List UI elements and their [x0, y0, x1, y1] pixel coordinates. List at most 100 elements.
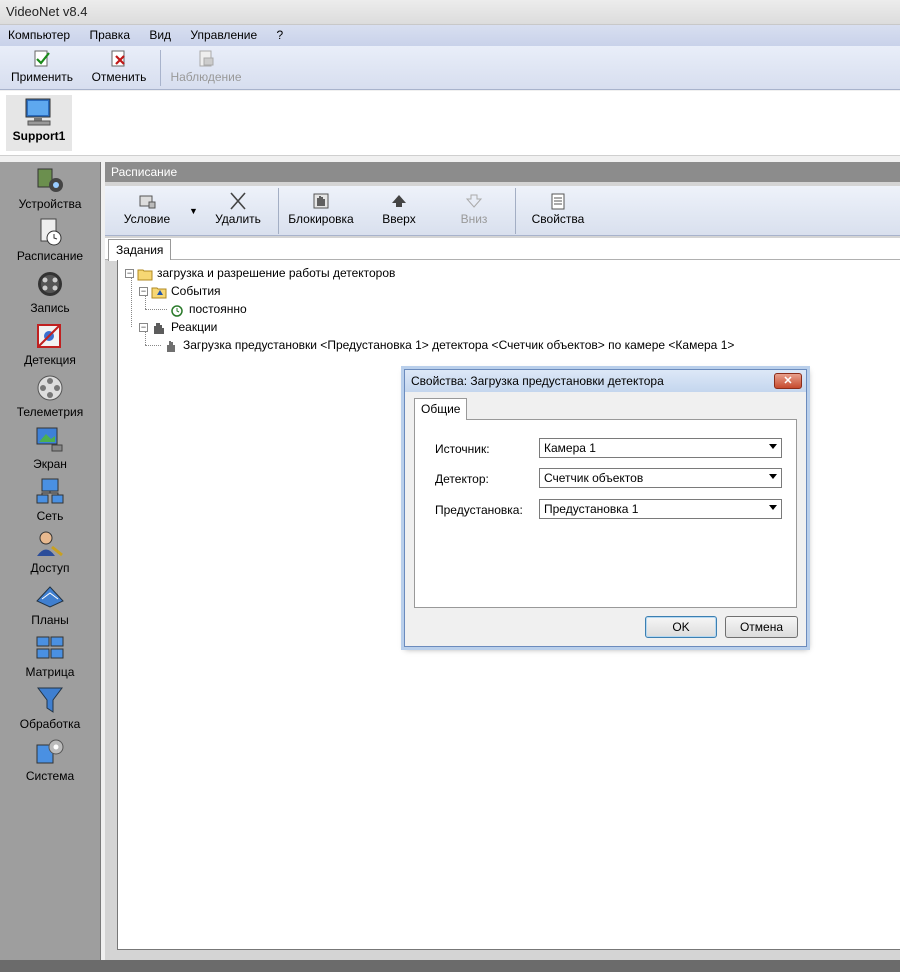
nav-schedule-label: Расписание	[16, 249, 84, 263]
close-icon: ✕	[783, 375, 793, 387]
dialog-title-bar: Свойства: Загрузка предустановки детекто…	[405, 370, 806, 392]
detection-icon	[37, 324, 61, 348]
schedule-toolbar: Условие ▼ Удалить Блокировка Вверх Вниз …	[105, 186, 900, 236]
tree-event-item-label: постоянно	[189, 302, 247, 316]
nav-matrix[interactable]: Матрица	[0, 632, 100, 684]
toolbar-separator	[515, 188, 516, 234]
ok-button[interactable]: OK	[645, 616, 717, 638]
menu-edit[interactable]: Правка	[81, 25, 138, 45]
dialog-general-pane: Источник: Камера 1 Детектор: Счетчик объ…	[414, 419, 797, 608]
arrow-up-icon	[392, 195, 406, 207]
access-icon	[37, 531, 63, 557]
left-nav-panel: Устройства Расписание Запись Детекция Те…	[0, 162, 101, 960]
nav-system[interactable]: Система	[0, 736, 100, 788]
preset-select[interactable]: Предустановка 1	[539, 499, 782, 519]
tree-node-root[interactable]: − загрузка и разрешение работы детекторов	[125, 266, 395, 281]
menu-manage[interactable]: Управление	[182, 25, 265, 45]
cancel-icon	[111, 50, 125, 67]
tree-node-event-item[interactable]: постоянно	[169, 302, 247, 317]
properties-button[interactable]: Свойства	[527, 190, 589, 232]
properties-icon	[551, 193, 565, 210]
nav-telemetry-label: Телеметрия	[16, 405, 84, 419]
dialog-title: Свойства: Загрузка предустановки детекто…	[411, 374, 664, 388]
down-label: Вниз	[460, 212, 488, 226]
properties-dialog: Свойства: Загрузка предустановки детекто…	[404, 369, 807, 647]
nav-screen[interactable]: Экран	[0, 424, 100, 476]
tree-root-label: загрузка и разрешение работы детекторов	[157, 266, 396, 280]
plans-icon	[36, 586, 64, 608]
menu-view[interactable]: Вид	[141, 25, 179, 45]
cancel-toolbar-button[interactable]: Отменить	[88, 48, 150, 88]
dialog-close-button[interactable]: ✕	[774, 373, 802, 389]
apply-button[interactable]: Применить	[8, 48, 76, 88]
watch-label: Наблюдение	[170, 70, 242, 84]
nav-processing[interactable]: Обработка	[0, 684, 100, 736]
apply-label: Применить	[10, 70, 73, 84]
tree-node-reaction-item[interactable]: Загрузка предустановки <Предустановка 1>…	[163, 338, 734, 353]
content-header-title: Расписание	[111, 165, 178, 179]
nav-network-label: Сеть	[36, 509, 64, 523]
hand-icon	[167, 340, 175, 352]
watch-icon	[199, 50, 214, 67]
block-label: Блокировка	[288, 212, 354, 226]
delete-button[interactable]: Удалить	[209, 190, 267, 232]
toolbar-separator	[278, 188, 279, 234]
condition-label: Условие	[123, 212, 171, 226]
nav-access[interactable]: Доступ	[0, 528, 100, 580]
nav-schedule[interactable]: Расписание	[0, 216, 100, 268]
preset-value: Предустановка 1	[544, 502, 639, 516]
tree-connector	[131, 277, 132, 327]
tab-tasks[interactable]: Задания	[108, 239, 172, 261]
computer-name: Support1	[12, 129, 66, 143]
nav-detection[interactable]: Детекция	[0, 320, 100, 372]
nav-processing-label: Обработка	[19, 717, 81, 731]
collapse-icon[interactable]: −	[139, 287, 148, 297]
dropdown-arrow-icon	[769, 505, 777, 510]
up-button[interactable]: Вверх	[375, 190, 423, 232]
source-select[interactable]: Камера 1	[539, 438, 782, 458]
screen-icon	[36, 427, 63, 452]
nav-devices[interactable]: Устройства	[0, 164, 100, 216]
menu-help[interactable]: ?	[268, 25, 291, 45]
nav-devices-label: Устройства	[18, 197, 82, 211]
watch-button[interactable]: Наблюдение	[168, 48, 244, 88]
apply-icon	[34, 50, 50, 67]
menu-computer[interactable]: Компьютер	[0, 25, 78, 45]
block-button[interactable]: Блокировка	[285, 190, 357, 232]
collapse-icon[interactable]: −	[139, 323, 148, 333]
status-bar	[0, 960, 900, 972]
system-icon	[36, 739, 64, 764]
dialog-cancel-button[interactable]: Отмена	[725, 616, 798, 638]
delete-label: Удалить	[215, 212, 261, 226]
tree-connector	[145, 309, 167, 310]
nav-plans[interactable]: Планы	[0, 580, 100, 632]
nav-system-label: Система	[25, 769, 75, 783]
tree-reactions-label: Реакции	[171, 320, 218, 334]
properties-label: Свойства	[531, 212, 585, 226]
nav-screen-label: Экран	[33, 457, 67, 471]
detector-select[interactable]: Счетчик объектов	[539, 468, 782, 488]
nav-detection-label: Детекция	[24, 353, 76, 367]
reactions-hand-icon	[154, 322, 164, 334]
tab-general[interactable]: Общие	[414, 398, 468, 420]
dropdown-arrow-icon	[769, 444, 777, 449]
events-folder-icon	[151, 287, 167, 299]
collapse-icon[interactable]: −	[125, 269, 134, 279]
arrow-down-icon	[465, 194, 483, 208]
folder-icon	[137, 269, 153, 281]
tree-node-reactions[interactable]: − Реакции	[139, 320, 217, 335]
source-value: Камера 1	[544, 441, 596, 455]
nav-network[interactable]: Сеть	[0, 476, 100, 528]
dropdown-arrow-icon	[769, 474, 777, 479]
nav-record[interactable]: Запись	[0, 268, 100, 320]
condition-dropdown-arrow[interactable]: ▼	[189, 206, 198, 216]
computer-support1[interactable]: Support1	[6, 95, 72, 151]
alarm-clock-icon	[171, 305, 183, 317]
telemetry-icon	[37, 375, 63, 401]
condition-button[interactable]: Условие	[117, 190, 177, 232]
devices-icon	[37, 168, 63, 192]
down-button[interactable]: Вниз	[451, 190, 497, 232]
tree-node-events[interactable]: − События	[139, 284, 221, 299]
nav-plans-label: Планы	[31, 613, 69, 627]
nav-telemetry[interactable]: Телеметрия	[0, 372, 100, 424]
